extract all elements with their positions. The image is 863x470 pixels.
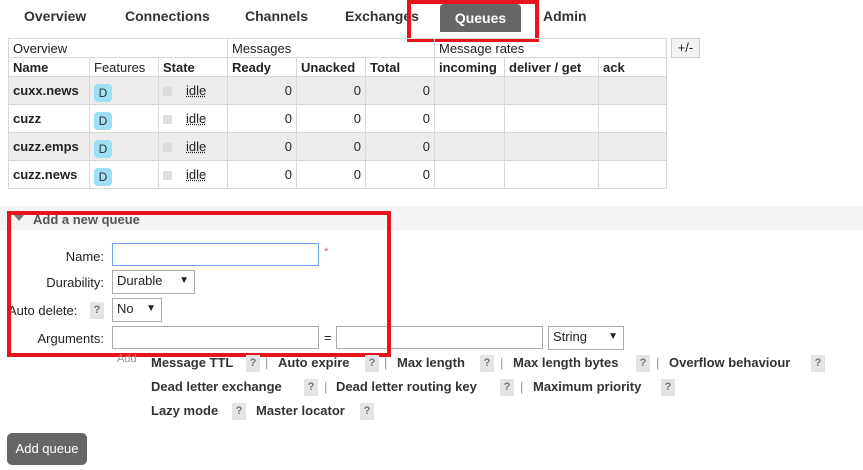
help-icon[interactable]: ? xyxy=(246,355,260,372)
total-count: 0 xyxy=(365,160,435,189)
separator: | xyxy=(520,379,524,394)
durable-badge: D xyxy=(94,84,112,102)
incoming-rate xyxy=(434,160,505,189)
state-text: idle xyxy=(186,167,207,182)
durable-badge: D xyxy=(94,168,112,186)
add-queue-button[interactable]: Add queue xyxy=(7,433,87,465)
group-header-messages: Messages xyxy=(227,38,435,58)
help-icon[interactable]: ? xyxy=(661,379,675,396)
deliver-rate xyxy=(504,104,599,133)
help-icon[interactable]: ? xyxy=(500,379,514,396)
col-ack[interactable]: ack xyxy=(598,57,667,77)
incoming-rate xyxy=(434,76,505,105)
unacked-count: 0 xyxy=(296,160,366,189)
ready-count: 0 xyxy=(227,132,297,161)
help-icon[interactable]: ? xyxy=(360,403,374,420)
col-deliver-get[interactable]: deliver / get xyxy=(504,57,599,77)
deliver-rate xyxy=(504,132,599,161)
tab-overview[interactable]: Overview xyxy=(24,8,86,24)
ready-count: 0 xyxy=(227,104,297,133)
ready-count: 0 xyxy=(227,160,297,189)
dropdown-arrow-icon: ▼ xyxy=(608,331,618,342)
table-row: cuzz.news D idle 0 0 0 xyxy=(8,160,667,189)
ack-rate xyxy=(598,76,667,105)
col-state[interactable]: State xyxy=(158,57,228,77)
arg-link-message-ttl[interactable]: Message TTL xyxy=(151,355,233,370)
unacked-count: 0 xyxy=(296,104,366,133)
col-ready[interactable]: Ready xyxy=(227,57,297,77)
arg-link-dead-letter-exchange[interactable]: Dead letter exchange xyxy=(151,379,282,394)
table-row: cuzz.emps D idle 0 0 0 xyxy=(8,132,667,161)
col-incoming[interactable]: incoming xyxy=(434,57,505,77)
arg-link-master-locator[interactable]: Master locator xyxy=(256,403,345,418)
queue-name-link[interactable]: cuzz.emps xyxy=(8,132,90,161)
tab-admin[interactable]: Admin xyxy=(543,8,587,24)
arg-link-dead-letter-routing-key[interactable]: Dead letter routing key xyxy=(336,379,477,394)
col-total[interactable]: Total xyxy=(365,57,435,77)
durable-badge: D xyxy=(94,112,112,130)
separator: | xyxy=(384,355,388,370)
state-square-icon xyxy=(163,171,172,181)
arg-link-max-length-bytes[interactable]: Max length bytes xyxy=(513,355,618,370)
queues-tab-highlight xyxy=(407,0,539,42)
table-row: cuxx.news D idle 0 0 0 xyxy=(8,76,667,105)
deliver-rate xyxy=(504,76,599,105)
arg-link-lazy-mode[interactable]: Lazy mode xyxy=(151,403,218,418)
unacked-count: 0 xyxy=(296,76,366,105)
separator: | xyxy=(500,355,504,370)
durable-badge: D xyxy=(94,140,112,158)
help-icon[interactable]: ? xyxy=(232,403,246,420)
table-row: cuzz D idle 0 0 0 xyxy=(8,104,667,133)
ack-rate xyxy=(598,132,667,161)
col-features[interactable]: Features xyxy=(89,57,159,77)
col-unacked[interactable]: Unacked xyxy=(296,57,366,77)
ack-rate xyxy=(598,104,667,133)
argument-type-select[interactable]: String ▼ xyxy=(548,326,624,350)
state-text: idle xyxy=(186,83,207,98)
queues-table: Overview Messages Message rates Name Fea… xyxy=(8,38,667,189)
state-square-icon xyxy=(163,87,172,97)
help-icon[interactable]: ? xyxy=(480,355,494,372)
unacked-count: 0 xyxy=(296,132,366,161)
argument-type-value: String xyxy=(553,329,587,344)
col-name[interactable]: Name xyxy=(8,57,90,77)
help-icon[interactable]: ? xyxy=(636,355,650,372)
separator: | xyxy=(324,379,328,394)
incoming-rate xyxy=(434,132,505,161)
total-count: 0 xyxy=(365,76,435,105)
state-square-icon xyxy=(163,143,172,153)
ack-rate xyxy=(598,160,667,189)
total-count: 0 xyxy=(365,132,435,161)
help-icon[interactable]: ? xyxy=(365,355,379,372)
arg-link-maximum-priority[interactable]: Maximum priority xyxy=(533,379,641,394)
separator: | xyxy=(265,355,269,370)
queue-name-link[interactable]: cuxx.news xyxy=(8,76,90,105)
group-header-overview: Overview xyxy=(8,38,228,58)
help-icon[interactable]: ? xyxy=(304,379,318,396)
total-count: 0 xyxy=(365,104,435,133)
arg-link-max-length[interactable]: Max length xyxy=(397,355,465,370)
ready-count: 0 xyxy=(227,76,297,105)
column-toggle-button[interactable]: +/- xyxy=(671,38,700,58)
arg-link-overflow-behaviour[interactable]: Overflow behaviour xyxy=(669,355,790,370)
deliver-rate xyxy=(504,160,599,189)
group-header-message-rates: Message rates xyxy=(434,38,667,58)
queue-name-link[interactable]: cuzz xyxy=(8,104,90,133)
state-text: idle xyxy=(186,111,207,126)
tab-connections[interactable]: Connections xyxy=(125,8,210,24)
help-icon[interactable]: ? xyxy=(811,355,825,372)
arg-link-auto-expire[interactable]: Auto expire xyxy=(278,355,350,370)
add-queue-highlight xyxy=(7,211,391,357)
separator: | xyxy=(656,355,660,370)
add-text: Add xyxy=(117,353,137,365)
tab-channels[interactable]: Channels xyxy=(245,8,308,24)
queue-name-link[interactable]: cuzz.news xyxy=(8,160,90,189)
incoming-rate xyxy=(434,104,505,133)
state-square-icon xyxy=(163,115,172,125)
state-text: idle xyxy=(186,139,207,154)
